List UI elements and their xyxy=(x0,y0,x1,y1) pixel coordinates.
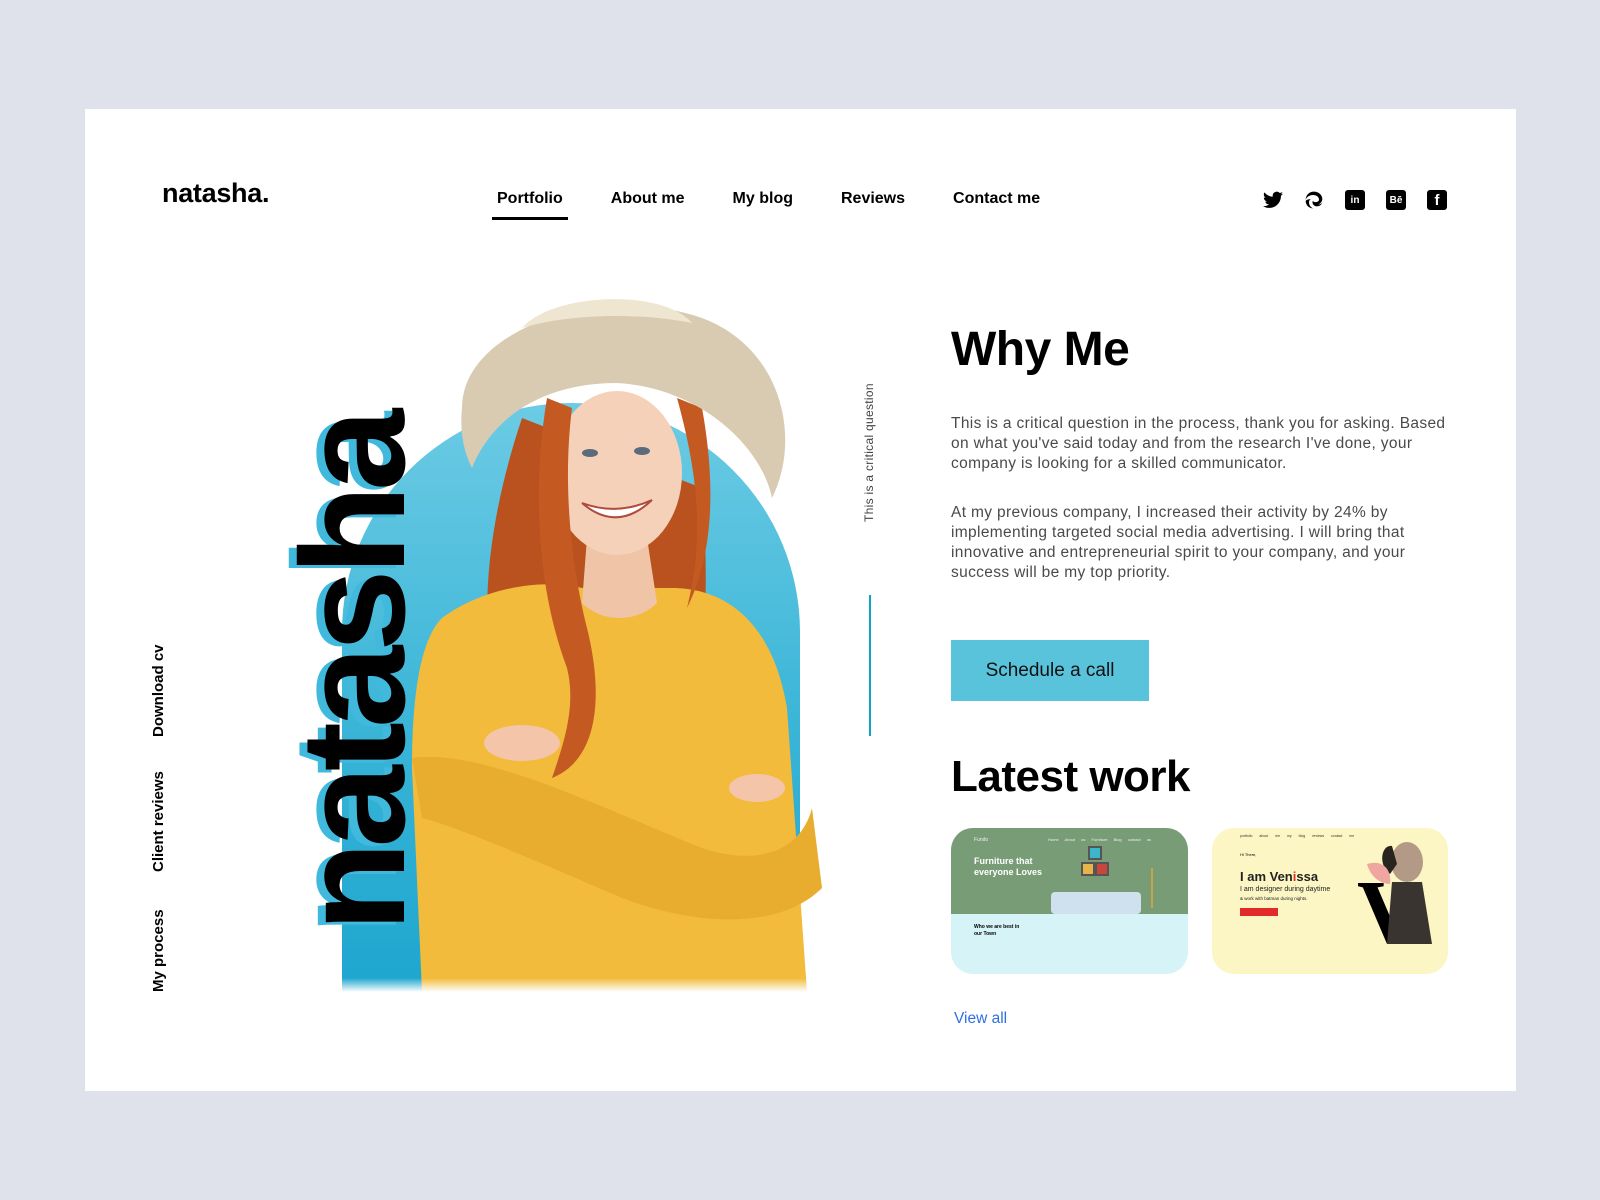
behance-icon[interactable]: Bē xyxy=(1386,190,1406,210)
nav-about-me[interactable]: About me xyxy=(606,190,690,220)
project-thumbnail-furniture[interactable]: Fundo Home About us Furniture Blog conta… xyxy=(951,828,1188,974)
image-fade xyxy=(262,978,842,992)
thumb-nav: portfolio about me my blog reviews conta… xyxy=(1240,834,1355,838)
main-nav: Portfolio About me My blog Reviews Conta… xyxy=(492,190,1045,220)
facebook-icon[interactable]: f xyxy=(1427,190,1447,210)
name-part: ssa xyxy=(1296,869,1319,884)
hero-image: natasha natasha xyxy=(262,268,842,992)
thumb-role-2: & work with batman during nights. xyxy=(1240,896,1308,901)
thumb-role: I am designer during daytime xyxy=(1240,886,1331,893)
frame-image xyxy=(1081,862,1095,876)
twitter-icon[interactable] xyxy=(1263,190,1283,210)
view-all-link[interactable]: View all xyxy=(954,1010,1007,1028)
sofa-image xyxy=(1051,892,1141,914)
why-me-paragraph-1: This is a critical question in the proce… xyxy=(951,415,1446,472)
frame-image xyxy=(1095,862,1109,876)
nav-my-blog[interactable]: My blog xyxy=(728,190,798,220)
woman-silhouette xyxy=(1367,842,1432,944)
nav-reviews[interactable]: Reviews xyxy=(836,190,910,220)
frame-image xyxy=(1088,846,1102,860)
edge-icon[interactable] xyxy=(1304,190,1324,210)
project-thumbnail-venissa[interactable]: portfolio about me my blog reviews conta… xyxy=(1212,828,1448,974)
big-name-text: natasha xyxy=(271,414,436,932)
thumb-nav: Home About us Furniture Blog contact us xyxy=(1048,837,1151,842)
schedule-call-button[interactable]: Schedule a call xyxy=(951,640,1149,701)
thumb-greeting: Hi There, xyxy=(1240,852,1257,857)
why-me-paragraph-2: At my previous company, I increased thei… xyxy=(951,504,1406,581)
logo[interactable]: natasha. xyxy=(162,178,269,209)
thumb-headline: Furniture that everyone Loves xyxy=(974,856,1043,877)
name-part: I am Ven xyxy=(1240,869,1293,884)
side-link-client-reviews[interactable]: Client reviews xyxy=(150,771,167,872)
linkedin-icon[interactable]: in xyxy=(1345,190,1365,210)
side-link-download-cv[interactable]: Download cv xyxy=(150,644,167,737)
thumb-brand: Fundo xyxy=(974,837,989,843)
nav-portfolio[interactable]: Portfolio xyxy=(492,190,568,220)
thumb-button xyxy=(1240,908,1278,916)
thumb-name: I am Venissa xyxy=(1240,869,1318,884)
side-links: My process Client reviews Download cv xyxy=(150,640,180,995)
lamp-image xyxy=(1151,868,1163,908)
latest-work-title: Latest work xyxy=(951,752,1191,801)
why-me-title: Why Me xyxy=(951,323,1130,376)
thumb-subheading: Who we are best in our Town xyxy=(974,924,1020,937)
accent-line xyxy=(869,595,871,736)
social-links: in Bē f xyxy=(1263,190,1447,210)
nav-contact-me[interactable]: Contact me xyxy=(948,190,1045,220)
side-link-my-process[interactable]: My process xyxy=(150,909,167,992)
vertical-caption: This is a critical question xyxy=(862,383,876,522)
portrait-photo xyxy=(412,299,822,992)
